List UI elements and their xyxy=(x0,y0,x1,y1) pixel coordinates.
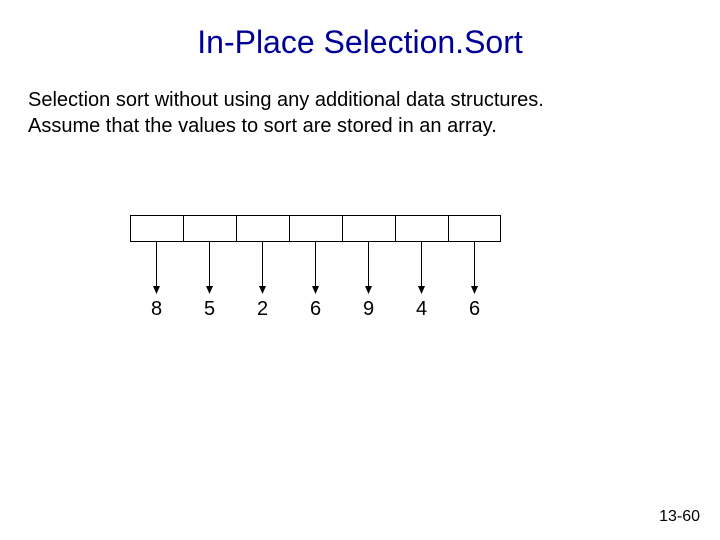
array-value: 8 xyxy=(151,298,162,321)
array-value: 2 xyxy=(257,298,268,321)
body-text: Selection sort without using any additio… xyxy=(0,61,720,139)
array-value: 6 xyxy=(310,298,321,321)
body-line-1: Selection sort without using any additio… xyxy=(28,87,692,113)
page-number: 13-60 xyxy=(659,508,700,526)
array-cell xyxy=(130,215,183,242)
arrow-down-icon xyxy=(156,242,157,292)
arrow-down-icon xyxy=(209,242,210,292)
array-cell xyxy=(395,215,448,242)
array-diagram: 8 5 2 6 9 4 6 xyxy=(130,215,501,321)
body-line-2: Assume that the values to sort are store… xyxy=(28,113,692,139)
array-value: 4 xyxy=(416,298,427,321)
arrows-row xyxy=(130,242,501,292)
array-value: 9 xyxy=(363,298,374,321)
arrow-down-icon xyxy=(421,242,422,292)
arrow-down-icon xyxy=(262,242,263,292)
page-title: In-Place Selection.Sort xyxy=(0,0,720,61)
array-cells xyxy=(130,215,501,242)
array-cell xyxy=(342,215,395,242)
values-row: 8 5 2 6 9 4 6 xyxy=(130,298,501,321)
arrow-down-icon xyxy=(474,242,475,292)
arrow-down-icon xyxy=(315,242,316,292)
array-cell xyxy=(448,215,501,242)
array-cell xyxy=(183,215,236,242)
array-value: 6 xyxy=(469,298,480,321)
array-cell xyxy=(236,215,289,242)
array-cell xyxy=(289,215,342,242)
arrow-down-icon xyxy=(368,242,369,292)
array-value: 5 xyxy=(204,298,215,321)
